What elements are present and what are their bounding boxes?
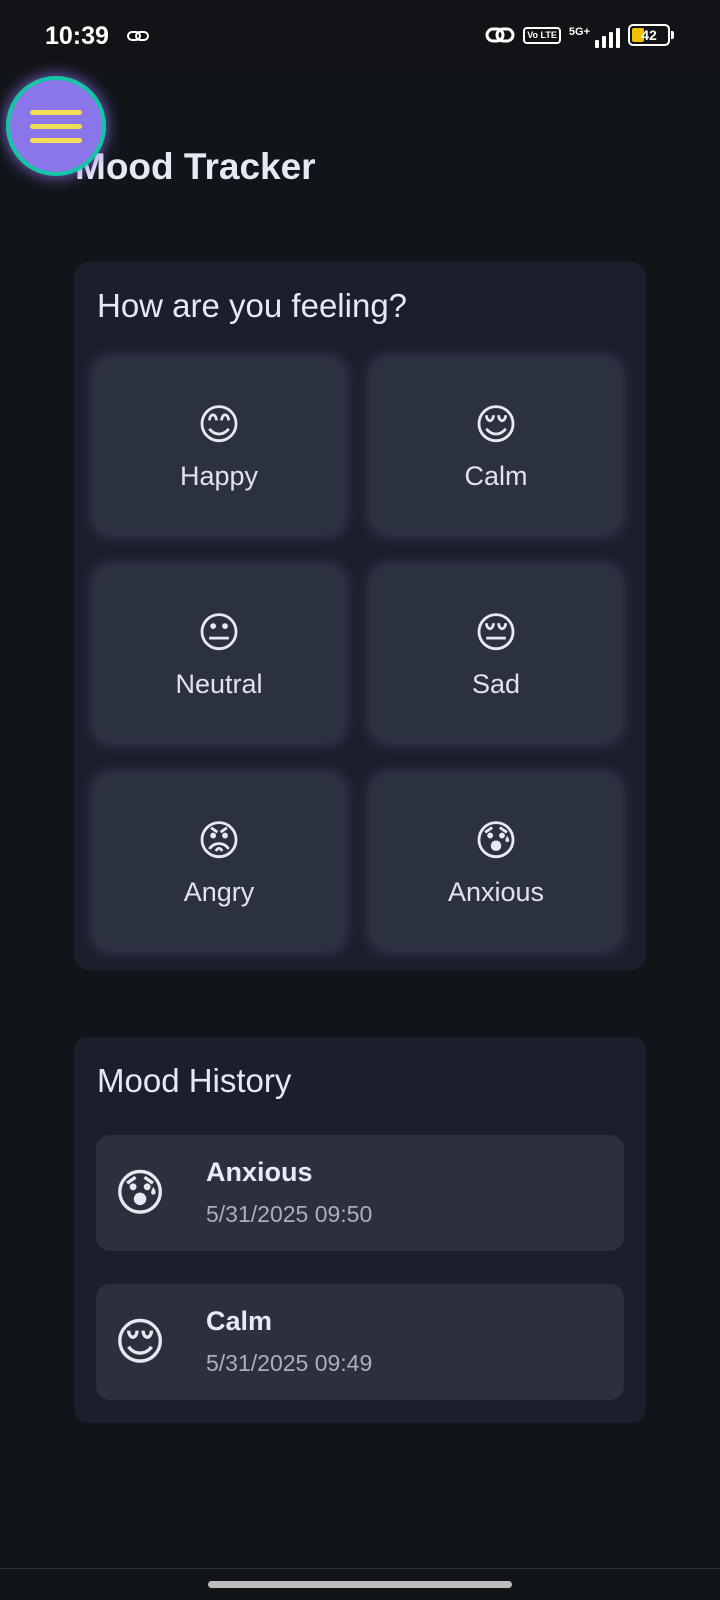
history-entry-timestamp: 5/31/2025 09:49 <box>206 1350 373 1376</box>
happy-emoji-icon: 😊 <box>197 399 241 449</box>
hamburger-menu-icon <box>30 109 82 115</box>
neutral-emoji-icon: 😐 <box>197 607 241 657</box>
mood-picker-card: How are you feeling? 😊 Happy 😌 Calm 😐 Ne… <box>74 262 646 970</box>
anxious-emoji-icon: 😰 <box>474 815 518 865</box>
calm-emoji-icon: 😌 <box>474 399 518 449</box>
volte-icon: Vo LTE <box>523 26 561 44</box>
mood-option-label: Angry <box>183 876 255 907</box>
history-entry-mood: Anxious <box>206 1157 313 1187</box>
mood-option-label: Sad <box>471 668 521 699</box>
status-time: 10:39 <box>45 22 109 50</box>
angry-emoji-icon: 😡 <box>197 815 241 865</box>
mood-option-happy[interactable]: 😊 Happy <box>96 360 342 532</box>
mood-picker-title: How are you feeling? <box>97 287 408 324</box>
hotspot-link-icon <box>485 27 515 43</box>
mood-option-label: Anxious <box>447 876 545 907</box>
gesture-navigation-bar[interactable] <box>208 1581 512 1588</box>
mood-options-grid: 😊 Happy 😌 Calm 😐 Neutral 😔 Sad 😡 Angry 😰… <box>96 360 619 948</box>
mood-history-card: Mood History 😰 Anxious 5/31/2025 09:50 😌… <box>74 1037 646 1423</box>
battery-level: 42 <box>641 27 657 43</box>
mood-history-list: 😰 Anxious 5/31/2025 09:50 😌 Calm 5/31/20… <box>96 1135 624 1433</box>
mood-option-label: Happy <box>179 460 259 491</box>
mood-option-neutral[interactable]: 😐 Neutral <box>96 568 342 740</box>
anxious-emoji-icon: 😰 <box>114 1164 167 1222</box>
sad-emoji-icon: 😔 <box>474 607 518 657</box>
mood-option-label: Calm <box>464 460 528 491</box>
battery-icon: 42 <box>628 24 674 46</box>
history-entry[interactable]: 😰 Anxious 5/31/2025 09:50 <box>96 1135 624 1251</box>
history-entry-mood: Calm <box>206 1306 273 1336</box>
mood-option-sad[interactable]: 😔 Sad <box>373 568 619 740</box>
status-icons: Vo LTE 5G+ 42 <box>485 22 674 48</box>
navigation-divider <box>0 1568 720 1569</box>
page-title: Mood Tracker <box>75 146 316 187</box>
link-icon <box>127 31 149 41</box>
mood-option-anxious[interactable]: 😰 Anxious <box>373 776 619 948</box>
history-entry-timestamp: 5/31/2025 09:50 <box>206 1201 373 1227</box>
history-entry[interactable]: 😌 Calm 5/31/2025 09:49 <box>96 1284 624 1400</box>
status-bar: 10:39 Vo LTE 5G+ 42 <box>0 0 720 72</box>
mood-history-title: Mood History <box>97 1062 292 1099</box>
calm-emoji-icon: 😌 <box>114 1313 167 1371</box>
mood-option-calm[interactable]: 😌 Calm <box>373 360 619 532</box>
mood-option-angry[interactable]: 😡 Angry <box>96 776 342 948</box>
signal-icon: 5G+ <box>569 22 620 48</box>
network-type-label: 5G+ <box>568 26 590 38</box>
mood-option-label: Neutral <box>175 668 263 699</box>
menu-button[interactable] <box>6 76 106 176</box>
